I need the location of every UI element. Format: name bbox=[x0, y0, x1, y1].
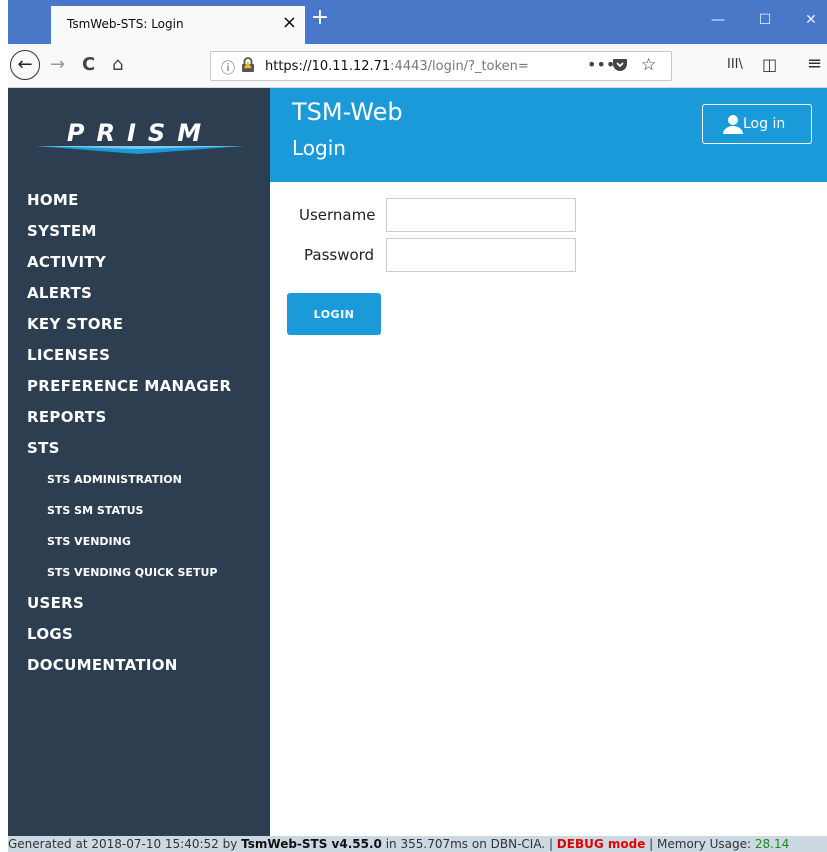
sidebar-item-licenses[interactable]: LICENSES bbox=[8, 340, 270, 371]
login-button[interactable]: LOGIN bbox=[287, 293, 381, 335]
sidebar-item-sts-vending[interactable]: STS VENDING bbox=[8, 526, 270, 557]
header-login-label: Log in bbox=[743, 116, 786, 132]
sidebar-item-preference-manager[interactable]: PREFERENCE MANAGER bbox=[8, 371, 270, 402]
insecure-lock-icon[interactable] bbox=[241, 57, 255, 73]
footer-timing-text: in 355.707ms on DBN-CIA. | bbox=[381, 837, 557, 851]
sidebar-item-sts-administration[interactable]: STS ADMINISTRATION bbox=[8, 464, 270, 495]
svg-text:PRISM: PRISM bbox=[67, 119, 213, 147]
password-input[interactable] bbox=[386, 238, 576, 272]
footer-memory-label: | Memory Usage: bbox=[645, 837, 755, 851]
page-title: Login bbox=[292, 136, 346, 160]
url-bar[interactable]: ⓘ https://10.11.12.71:4443/login/?_token… bbox=[210, 51, 672, 81]
main-navigation: HOME SYSTEM ACTIVITY ALERTS KEY STORE LICENSE… bbox=[8, 185, 270, 681]
login-form: Username Password LOGIN bbox=[270, 182, 827, 836]
new-tab-icon[interactable]: + bbox=[308, 6, 332, 30]
tab-close-icon[interactable]: × bbox=[282, 13, 297, 33]
sidebar-item-logs[interactable]: LOGS bbox=[8, 619, 270, 650]
back-icon[interactable]: ← bbox=[10, 50, 40, 80]
sidebar-item-activity[interactable]: ACTIVITY bbox=[8, 247, 270, 278]
header-login-button[interactable]: Log in bbox=[702, 104, 812, 144]
username-input[interactable] bbox=[386, 198, 576, 232]
sidebar-item-sts-vending-quick-setup[interactable]: STS VENDING QUICK SETUP bbox=[8, 557, 270, 588]
sidebar-item-reports[interactable]: REPORTS bbox=[8, 402, 270, 433]
page-header: TSM-Web Login Log in bbox=[270, 88, 827, 182]
sidebar: PRISM HOME SYSTEM ACTIVITY ALERTS KEY STORE L… bbox=[8, 88, 270, 836]
tab-title: TsmWeb-STS: Login bbox=[67, 17, 184, 31]
forward-icon[interactable]: → bbox=[50, 55, 65, 75]
sidebar-toggle-icon[interactable]: ◫ bbox=[762, 55, 777, 74]
menu-icon[interactable]: ≡ bbox=[807, 53, 822, 74]
footer-debug-mode: DEBUG mode bbox=[556, 837, 646, 851]
sidebar-item-documentation[interactable]: DOCUMENTATION bbox=[8, 650, 270, 681]
pocket-icon[interactable] bbox=[612, 56, 628, 72]
minimize-icon[interactable]: — bbox=[704, 8, 732, 32]
footer-memory-value: 28.14 bbox=[754, 837, 790, 851]
sidebar-item-sts[interactable]: STS bbox=[8, 433, 270, 464]
home-icon[interactable]: ⌂ bbox=[112, 55, 123, 75]
sidebar-item-alerts[interactable]: ALERTS bbox=[8, 278, 270, 309]
browser-chrome: TsmWeb-STS: Login × + — ☐ ✕ ← → C ⌂ ⓘ ht… bbox=[8, 0, 827, 88]
window-close-icon[interactable]: ✕ bbox=[797, 8, 825, 32]
sidebar-item-users[interactable]: USERS bbox=[8, 588, 270, 619]
app-title: TSM-Web bbox=[292, 98, 403, 126]
username-label: Username bbox=[299, 206, 376, 224]
footer-generated-text: Generated at 2018-07-10 15:40:52 by bbox=[8, 837, 242, 851]
user-icon bbox=[723, 115, 743, 134]
site-info-icon[interactable]: ⓘ bbox=[221, 58, 235, 78]
url-text[interactable]: https://10.11.12.71:4443/login/?_token= bbox=[265, 59, 529, 74]
sidebar-item-sts-sm-status[interactable]: STS SM STATUS bbox=[8, 495, 270, 526]
password-label: Password bbox=[304, 246, 375, 264]
maximize-icon[interactable]: ☐ bbox=[751, 8, 779, 32]
sidebar-item-system[interactable]: SYSTEM bbox=[8, 216, 270, 247]
navigation-bar: ← → C ⌂ ⓘ https://10.11.12.71:4443/login… bbox=[8, 44, 827, 88]
footer-app-version: TsmWeb-STS v4.55.0 bbox=[241, 837, 382, 851]
library-icon[interactable]: III\ bbox=[727, 57, 743, 72]
status-footer: Generated at 2018-07-10 15:40:52 by TsmW… bbox=[8, 836, 827, 852]
browser-tab[interactable]: TsmWeb-STS: Login × bbox=[51, 6, 305, 44]
tab-strip: TsmWeb-STS: Login × + — ☐ ✕ bbox=[8, 0, 827, 44]
sidebar-item-key-store[interactable]: KEY STORE bbox=[8, 309, 270, 340]
reload-icon[interactable]: C bbox=[82, 55, 95, 75]
bookmark-star-icon[interactable]: ☆ bbox=[641, 55, 656, 75]
sidebar-item-home[interactable]: HOME bbox=[8, 185, 270, 216]
prism-logo: PRISM bbox=[36, 119, 244, 154]
